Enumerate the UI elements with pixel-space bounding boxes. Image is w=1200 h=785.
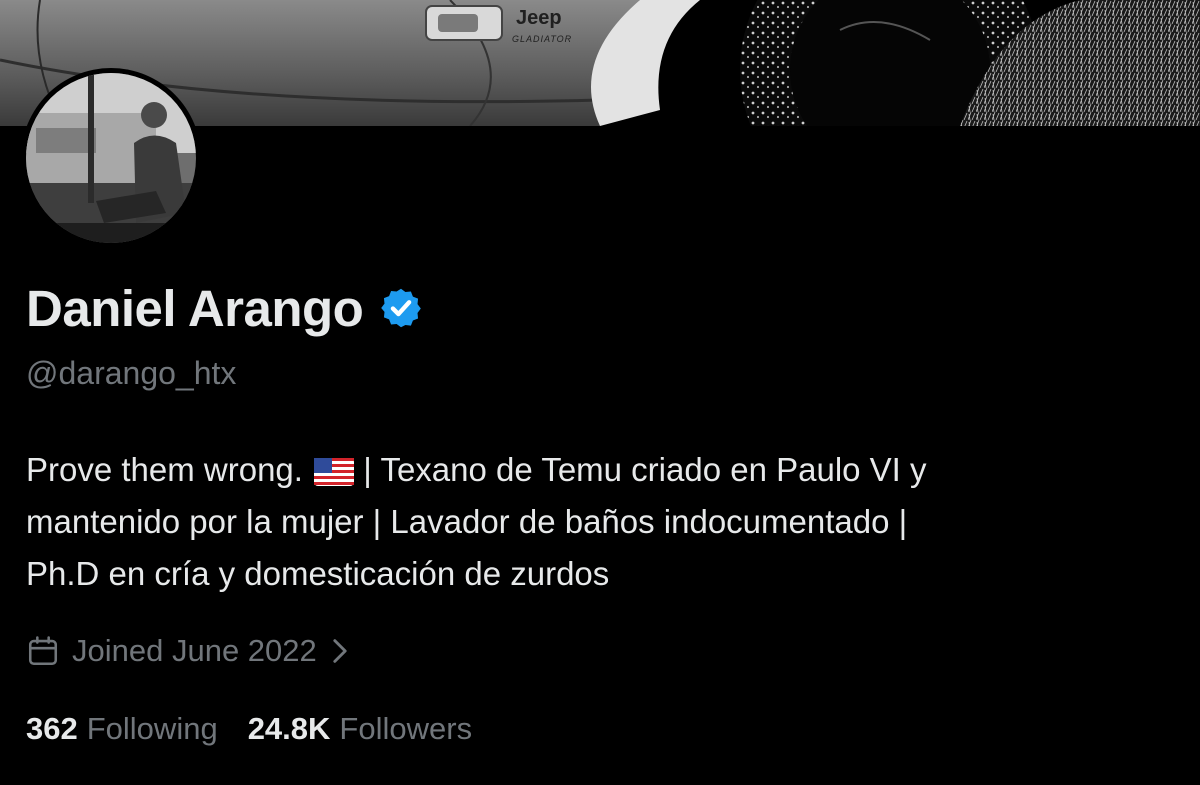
verified-badge-icon[interactable] (379, 286, 423, 330)
profile-avatar[interactable] (21, 68, 201, 248)
calendar-icon (28, 636, 58, 666)
profile-bio: Prove them wrong. | Texano de Temu criad… (26, 444, 1176, 600)
display-name: Daniel Arango (26, 279, 364, 337)
profile-handle: @darango_htx (26, 355, 237, 391)
followers-link[interactable]: 24.8K Followers (248, 711, 472, 747)
followers-label: Followers (339, 711, 473, 746)
bio-text-1a: Prove them wrong. (26, 451, 303, 488)
banner-model-label: GLADIATOR (512, 34, 572, 44)
bio-line-1: Prove them wrong. | Texano de Temu criad… (26, 444, 1176, 496)
joined-date-row[interactable]: Joined June 2022 (26, 629, 349, 673)
profile-name-row: Daniel Arango (26, 276, 423, 340)
bio-text-1b: | Texano de Temu criado en Paulo VI y (354, 451, 927, 488)
joined-date-text: Joined June 2022 (72, 633, 317, 668)
banner-jeep-logo: Jeep (516, 7, 562, 29)
avatar-photo (26, 73, 196, 243)
following-count: 362 (26, 711, 78, 746)
bio-line-2: mantenido por la mujer | Lavador de baño… (26, 503, 908, 540)
following-label: Following (86, 711, 218, 746)
us-flag-icon (314, 458, 355, 487)
bio-line-3: Ph.D en cría y domesticación de zurdos (26, 555, 610, 592)
followers-count: 24.8K (247, 711, 331, 746)
chevron-right-icon (333, 639, 347, 663)
following-link[interactable]: 362 Following (26, 711, 218, 747)
follow-stats: 362 Following 24.8K Followers (26, 706, 472, 752)
